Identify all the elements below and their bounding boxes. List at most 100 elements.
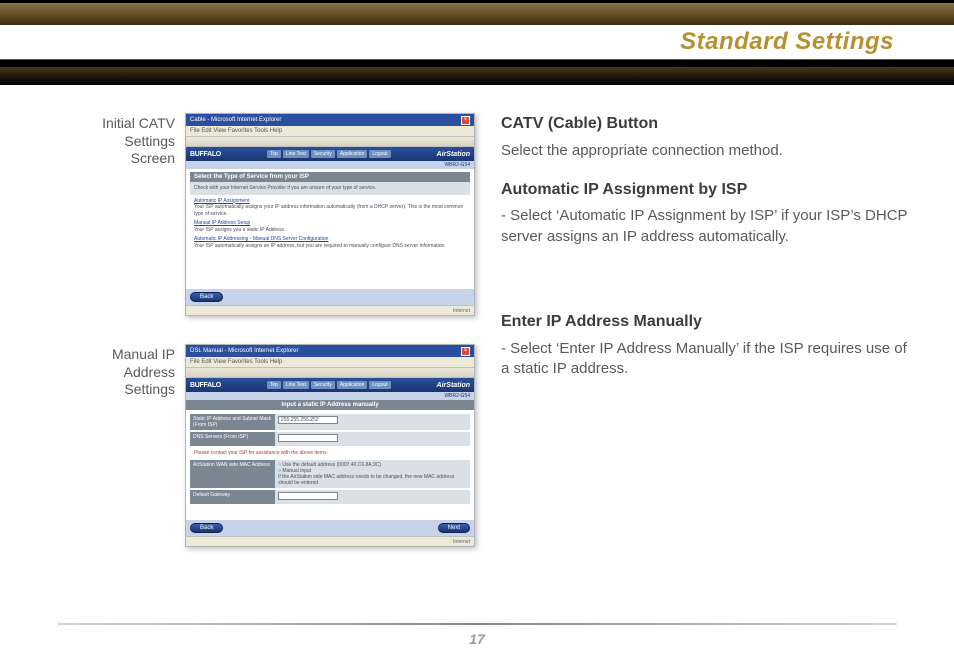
section-header: Select the Type of Service from your ISP	[190, 172, 470, 182]
form-row: Static IP Address and Subnet Mask (From …	[190, 414, 470, 430]
section-header: Input a static IP Address manually	[186, 400, 474, 410]
nav-item: Top	[267, 381, 281, 389]
footer-rule	[57, 623, 897, 625]
nav-item: Application	[337, 150, 367, 158]
router-nav: Top Line Test Security Application Logou…	[267, 381, 391, 389]
close-icon: ×	[461, 347, 470, 356]
figure-initial-catv: Initial CATV Settings Screen Cable - Mic…	[55, 113, 475, 316]
browser-title: Cable - Microsoft Internet Explorer	[190, 117, 281, 123]
nav-item: Line Test	[283, 150, 309, 158]
model-label: WBR2-G54	[186, 161, 474, 169]
router-body: Input a static IP Address manually Stati…	[186, 400, 474, 520]
left-column: Initial CATV Settings Screen Cable - Mic…	[55, 113, 475, 547]
browser-titlebar: DSL Manual - Microsoft Internet Explorer…	[186, 345, 474, 357]
page-footer: 17	[0, 623, 954, 661]
option-desc: Your ISP automatically assigns an IP add…	[194, 243, 466, 250]
form-label: DNS Servers (From ISP)	[190, 432, 275, 446]
caption-line: Address	[55, 364, 175, 382]
hint-text: Please contact your ISP for assistance w…	[190, 448, 470, 458]
nav-item: Top	[267, 150, 281, 158]
screenshot-browser: Cable - Microsoft Internet Explorer × Fi…	[185, 113, 475, 316]
status-text: Internet	[453, 308, 470, 314]
browser-menu: File Edit View Favorites Tools Help	[186, 357, 474, 368]
form-label: AirStation WAN side MAC Address	[190, 460, 275, 488]
browser-menu: File Edit View Favorites Tools Help	[186, 126, 474, 137]
ip-input: 255.255.255.252	[278, 416, 338, 424]
form-value: ○ Use the default address (0007.40.C6.8A…	[275, 460, 470, 488]
options-list: Automatic IP Assignment Your ISP automat…	[190, 195, 470, 256]
router-header: BUFFALO Top Line Test Security Applicati…	[186, 147, 474, 161]
section-heading: CATV (Cable) Button	[501, 113, 919, 135]
back-button: Back	[190, 523, 223, 533]
nav-item: Application	[337, 381, 367, 389]
section-heading: Automatic IP Assignment by ISP	[501, 179, 919, 201]
router-header: BUFFALO Top Line Test Security Applicati…	[186, 378, 474, 392]
screenshot-browser: DSL Manual - Microsoft Internet Explorer…	[185, 344, 475, 547]
figure-caption: Initial CATV Settings Screen	[55, 113, 175, 316]
section-heading: Enter IP Address Manually	[501, 311, 919, 333]
button-row: Back	[186, 289, 474, 305]
browser-title: DSL Manual - Microsoft Internet Explorer	[190, 348, 299, 354]
form-label: Static IP Address and Subnet Mask (From …	[190, 414, 275, 430]
brand-logo: BUFFALO	[190, 382, 221, 389]
option-item: Manual IP Address Setup Your ISP assigns…	[194, 220, 466, 233]
form-value	[275, 490, 470, 504]
option-item: Automatic IP Addressing - Manual DNS Ser…	[194, 236, 466, 249]
next-button: Next	[438, 523, 470, 533]
router-nav: Top Line Test Security Application Logou…	[267, 150, 391, 158]
section-body: - Select ‘Automatic IP Assignment by ISP…	[501, 206, 919, 247]
form-value	[275, 432, 470, 446]
form-row: DNS Servers (From ISP)	[190, 432, 470, 446]
nav-item: Security	[311, 381, 335, 389]
browser-statusbar: Internet	[186, 305, 474, 315]
nav-item: Logout	[369, 381, 390, 389]
section-auto-ip: Automatic IP Assignment by ISP - Select …	[501, 179, 919, 247]
browser-toolbar	[186, 137, 474, 147]
dns-input	[278, 434, 338, 442]
model-label: WBR2-G54	[186, 392, 474, 400]
form-value: 255.255.255.252	[275, 414, 470, 430]
form-row: Default Gateway	[190, 490, 470, 504]
browser-toolbar	[186, 368, 474, 378]
caption-line: Settings	[55, 381, 175, 399]
section-manual-ip: Enter IP Address Manually - Select ‘Ente…	[501, 311, 919, 379]
content-area: Initial CATV Settings Screen Cable - Mic…	[0, 85, 954, 547]
note-text: Check with your Internet Service Provide…	[190, 182, 470, 195]
status-text: Internet	[453, 539, 470, 545]
figure-caption: Manual IP Address Settings	[55, 344, 175, 547]
header-band-mid	[0, 59, 954, 67]
page-number: 17	[0, 631, 954, 647]
airstation-logo: AirStation	[437, 382, 470, 389]
page-title: Standard Settings	[0, 25, 894, 59]
browser-titlebar: Cable - Microsoft Internet Explorer ×	[186, 114, 474, 126]
back-button: Back	[190, 292, 223, 302]
caption-line: Initial CATV	[55, 115, 175, 133]
header-band-lower	[0, 67, 954, 85]
mac-note: If the AirStation side MAC address needs…	[278, 474, 467, 486]
option-item: Automatic IP Assignment Your ISP automat…	[194, 198, 466, 218]
router-body: Select the Type of Service from your ISP…	[186, 169, 474, 289]
gateway-input	[278, 492, 338, 500]
close-icon: ×	[461, 116, 470, 125]
option-desc: Your ISP automatically assigns your IP a…	[194, 204, 466, 217]
section-catv: CATV (Cable) Button Select the appropria…	[501, 113, 919, 161]
airstation-logo: AirStation	[437, 151, 470, 158]
nav-item: Security	[311, 150, 335, 158]
caption-line: Settings	[55, 133, 175, 151]
option-desc: Your ISP assigns you a static IP Address…	[194, 227, 466, 234]
browser-statusbar: Internet	[186, 536, 474, 546]
caption-line: Screen	[55, 150, 175, 168]
nav-item: Logout	[369, 150, 390, 158]
brand-logo: BUFFALO	[190, 151, 221, 158]
form-row: AirStation WAN side MAC Address ○ Use th…	[190, 460, 470, 488]
title-row: Standard Settings	[0, 25, 954, 59]
caption-line: Manual IP	[55, 346, 175, 364]
section-body: - Select ‘Enter IP Address Manually’ if …	[501, 339, 919, 380]
button-row: Back Next	[186, 520, 474, 536]
nav-item: Line Test	[283, 381, 309, 389]
figure-manual-ip: Manual IP Address Settings DSL Manual - …	[55, 344, 475, 547]
section-body: Select the appropriate connection method…	[501, 141, 919, 161]
right-column: CATV (Cable) Button Select the appropria…	[501, 113, 919, 547]
form-label: Default Gateway	[190, 490, 275, 504]
header-band-upper	[0, 3, 954, 25]
